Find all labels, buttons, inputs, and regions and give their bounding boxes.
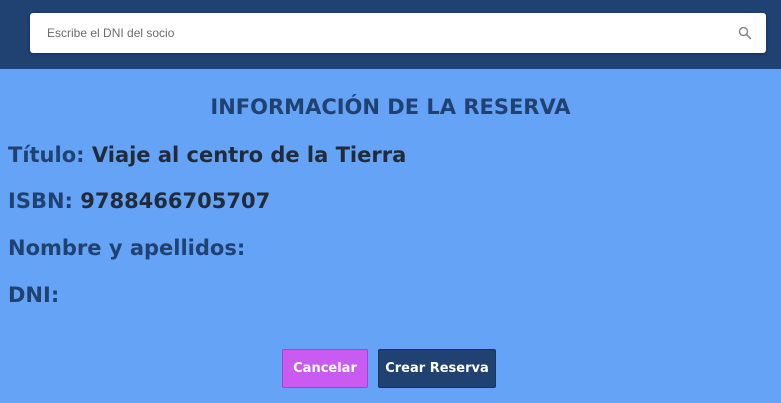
- search-box: [30, 13, 766, 53]
- isbn-label: ISBN:: [8, 189, 73, 213]
- create-reservation-button[interactable]: Crear Reserva: [378, 349, 496, 388]
- search-icon[interactable]: [738, 26, 752, 40]
- title-label: Título:: [8, 143, 85, 167]
- isbn-value: 9788466705707: [80, 189, 271, 213]
- title-value: Viaje al centro de la Tierra: [91, 143, 407, 167]
- title-row: Título: Viaje al centro de la Tierra: [8, 143, 406, 167]
- name-row: Nombre y apellidos:: [8, 236, 245, 260]
- search-input[interactable]: [30, 13, 720, 53]
- cancel-button[interactable]: Cancelar: [282, 349, 368, 388]
- name-label: Nombre y apellidos:: [8, 236, 246, 260]
- isbn-row: ISBN: 9788466705707: [8, 189, 270, 213]
- dni-label: DNI:: [8, 283, 60, 307]
- top-bar: [0, 0, 781, 69]
- dni-row: DNI:: [8, 283, 59, 307]
- page-title: INFORMACIÓN DE LA RESERVA: [210, 95, 571, 119]
